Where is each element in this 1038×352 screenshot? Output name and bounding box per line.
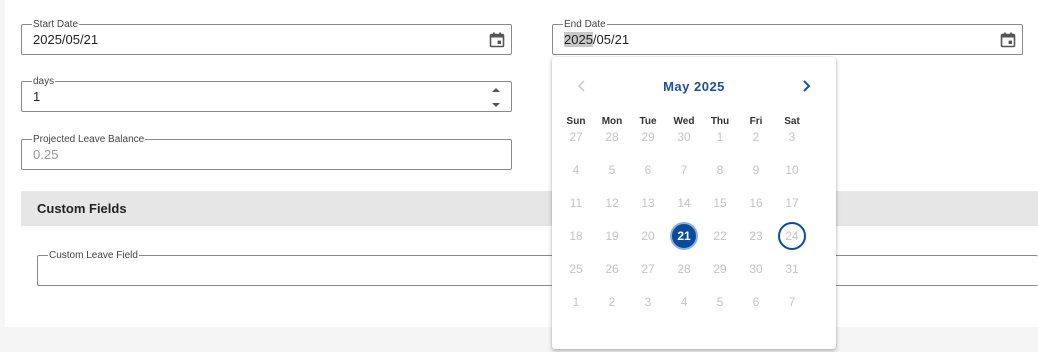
calendar-day[interactable]: 23 [742,222,770,250]
calendar-day[interactable]: 25 [562,255,590,283]
calendar-day[interactable]: 9 [742,156,770,184]
calendar-icon[interactable] [1000,32,1016,48]
start-date-field[interactable]: Start Date 2025/05/21 [21,19,512,55]
calendar-day[interactable]: 2 [742,123,770,151]
days-label: days [32,76,56,87]
calendar-day[interactable]: 26 [598,255,626,283]
custom-fields-title: Custom Fields [37,201,127,216]
calendar-day[interactable]: 10 [778,156,806,184]
calendar-day[interactable]: 16 [742,189,770,217]
calendar-day-today[interactable]: 24 [778,222,806,250]
calendar-day[interactable]: 28 [598,123,626,151]
calendar-day[interactable]: 2 [598,288,626,316]
calendar-day[interactable]: 17 [778,189,806,217]
calendar-day[interactable]: 6 [634,156,662,184]
calendar-day[interactable]: 20 [634,222,662,250]
calendar-day[interactable]: 1 [562,288,590,316]
calendar-day[interactable]: 29 [706,255,734,283]
calendar-month-title: May 2025 [663,79,725,94]
calendar-day[interactable]: 11 [562,189,590,217]
calendar-day[interactable]: 27 [634,255,662,283]
calendar-day[interactable]: 15 [706,189,734,217]
end-date-label: End Date [563,19,607,30]
calendar-day[interactable]: 4 [562,156,590,184]
calendar-day[interactable]: 28 [670,255,698,283]
end-date-rest-text: /05/21 [592,32,630,47]
end-date-value[interactable]: 2025/05/21 [564,32,629,48]
calendar-day[interactable]: 4 [670,288,698,316]
chevron-right-icon[interactable] [798,78,814,94]
calendar-day[interactable]: 1 [706,123,734,151]
calendar-day[interactable]: 18 [562,222,590,250]
calendar-day[interactable]: 14 [670,189,698,217]
custom-leave-field[interactable]: Custom Leave Field [37,250,1038,286]
days-value[interactable]: 1 [33,89,40,105]
calendar-day[interactable]: 5 [706,288,734,316]
calendar-day[interactable]: 29 [634,123,662,151]
calendar-day[interactable]: 8 [706,156,734,184]
end-date-selected-text: 2025 [564,32,593,47]
calendar-day-selected[interactable]: 21 [670,222,698,250]
calendar-day[interactable]: 3 [634,288,662,316]
increment-arrow-icon[interactable] [491,86,501,94]
projected-leave-balance-field: Projected Leave Balance 0.25 [21,134,512,170]
calendar-day[interactable]: 30 [742,255,770,283]
calendar-day[interactable]: 7 [778,288,806,316]
calendar-day[interactable]: 31 [778,255,806,283]
custom-leave-field-label: Custom Leave Field [48,250,139,261]
days-field[interactable]: days 1 [21,76,512,112]
calendar-day[interactable]: 12 [598,189,626,217]
calendar-icon[interactable] [489,32,505,48]
calendar-day[interactable]: 5 [598,156,626,184]
calendar-day[interactable]: 7 [670,156,698,184]
date-picker-popup: May 2025 Sun Mon Tue Wed Thu Fri Sat 27 28 29 30 1 2… [552,57,836,349]
custom-fields-section-header: Custom Fields [21,191,1038,226]
decrement-arrow-icon[interactable] [491,101,501,109]
calendar-day[interactable]: 30 [670,123,698,151]
projected-leave-balance-value: 0.25 [33,147,59,162]
projected-leave-balance-label: Projected Leave Balance [32,134,146,145]
calendar-day[interactable]: 19 [598,222,626,250]
calendar-day[interactable]: 3 [778,123,806,151]
calendar-day[interactable]: 22 [706,222,734,250]
calendar-day[interactable]: 27 [562,123,590,151]
start-date-label: Start Date [32,19,80,30]
end-date-field[interactable]: End Date 2025/05/21 [552,19,1023,55]
calendar-day[interactable]: 6 [742,288,770,316]
calendar-day[interactable]: 13 [634,189,662,217]
start-date-value[interactable]: 2025/05/21 [33,32,98,48]
